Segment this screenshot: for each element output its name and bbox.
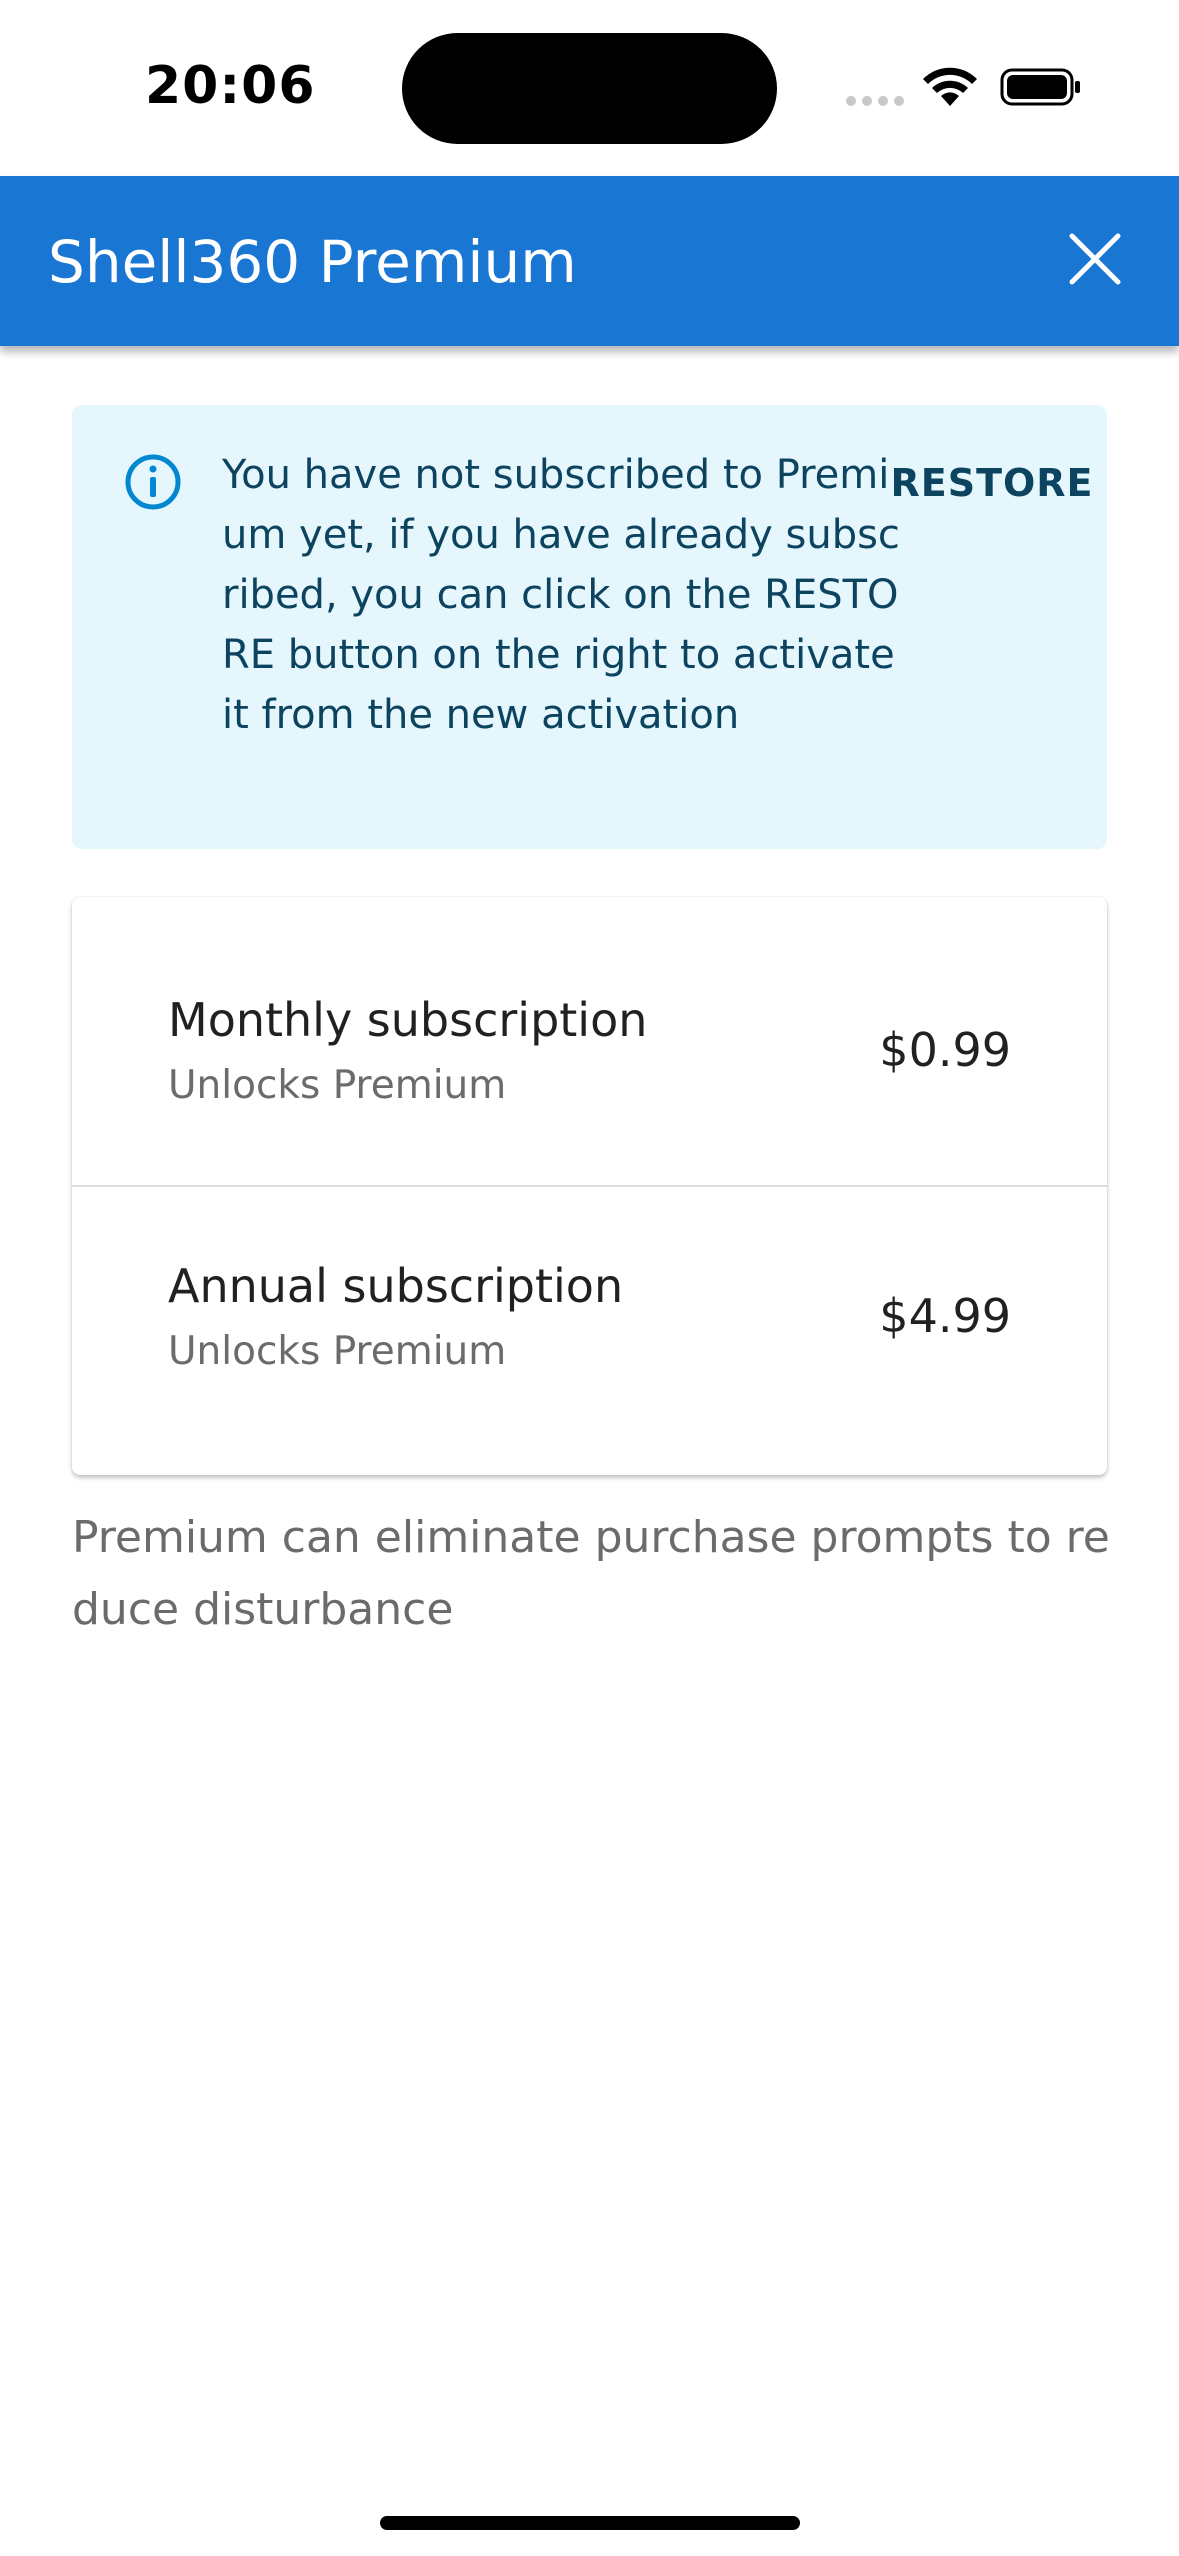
page-title: Shell360 Premium [48,228,577,296]
plan-price: $0.99 [879,1023,1011,1077]
plan-subtitle: Unlocks Premium [168,1063,507,1108]
info-icon [125,454,181,510]
info-message: You have not subscribed to Premium yet, … [222,452,900,738]
plans-card: Monthly subscription Unlocks Premium $0.… [72,897,1107,1475]
status-time: 20:06 [145,56,316,116]
close-icon[interactable] [1062,226,1128,292]
plan-monthly[interactable]: Monthly subscription Unlocks Premium $0.… [72,897,1107,1187]
home-indicator[interactable] [380,2516,800,2530]
battery-icon [1000,68,1080,106]
dynamic-island [402,33,777,144]
wifi-icon [923,67,977,106]
restore-button[interactable]: RESTORE [890,445,1092,521]
footnote-text: Premium can eliminate purchase prompts t… [72,1512,1110,1635]
info-banner: You have not subscribed to Premium yet, … [72,405,1107,849]
plan-subtitle: Unlocks Premium [168,1329,507,1374]
plan-annual[interactable]: Annual subscription Unlocks Premium $4.9… [72,1187,1107,1475]
status-bar: 20:06 [0,0,1179,176]
plan-price: $4.99 [879,1289,1011,1343]
plan-name: Monthly subscription [168,993,648,1047]
app-bar: Shell360 Premium [0,176,1179,346]
plan-name: Annual subscription [168,1259,624,1313]
cellular-signal-icon [846,96,904,106]
